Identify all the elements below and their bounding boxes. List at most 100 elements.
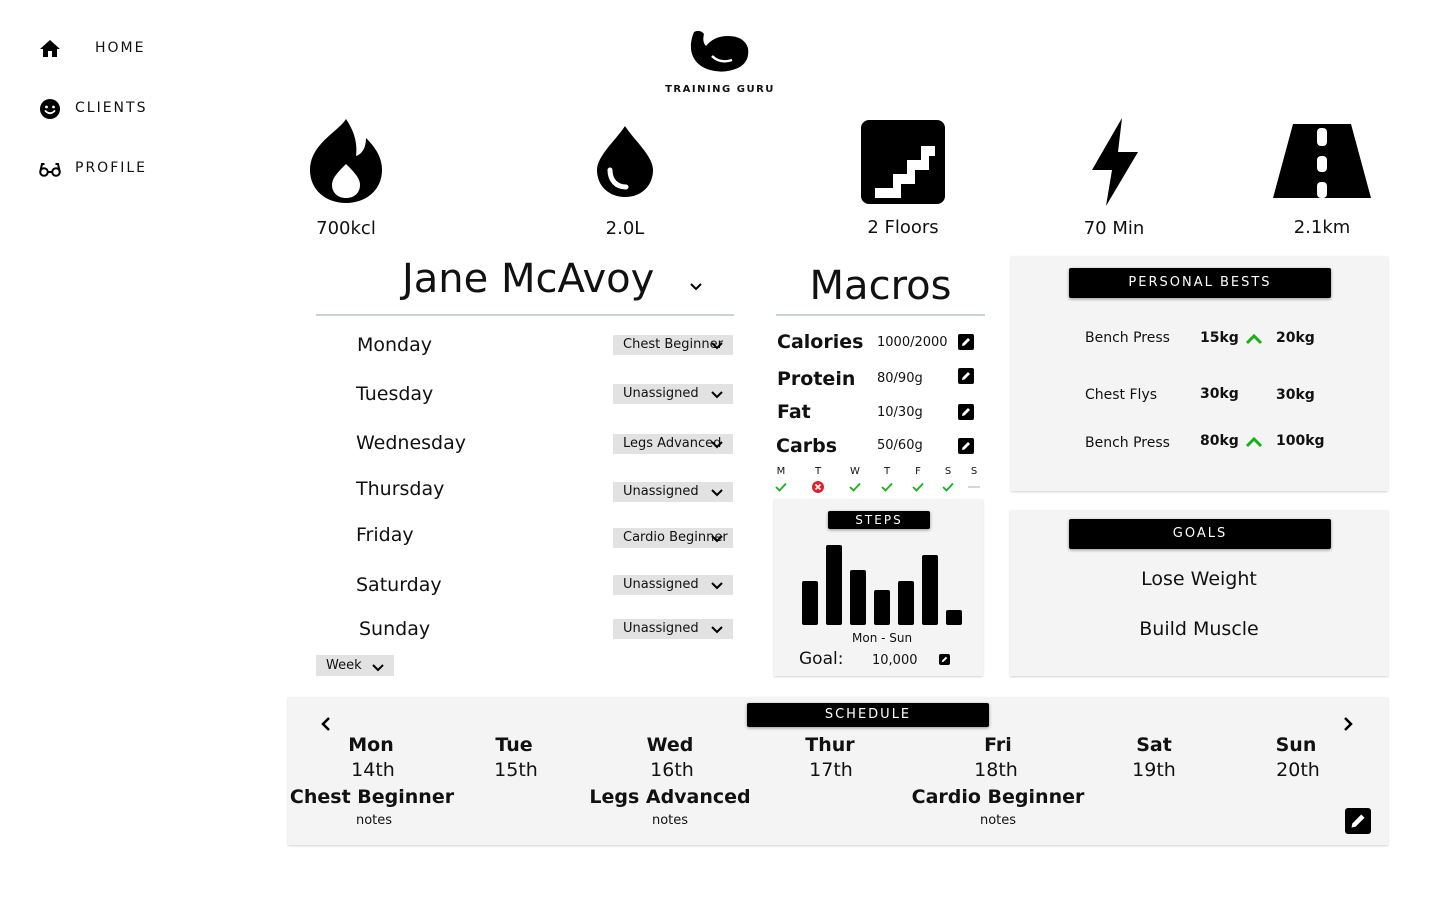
workout-select-value: Legs Advanced: [623, 436, 722, 451]
schedule-day-label: Sun: [1275, 734, 1317, 756]
day-label-thursday: Thursday: [356, 478, 445, 500]
macros-title: Macros: [776, 258, 985, 316]
macro-value-protein: 80/90g: [877, 371, 923, 386]
check-icon: [881, 482, 893, 492]
day-label-saturday: Saturday: [356, 574, 442, 596]
steps-bar: [850, 570, 866, 625]
pb-from-value: 80kg: [1200, 433, 1239, 449]
home-icon: [40, 40, 60, 57]
macro-week-letter: S: [944, 466, 952, 477]
steps-bar: [898, 581, 914, 625]
schedule-notes-link[interactable]: notes: [304, 813, 444, 828]
schedule-day-label: Thur: [805, 734, 855, 756]
schedule-workout[interactable]: Chest Beginner: [282, 786, 462, 808]
workout-select-tuesday[interactable]: Unassigned: [613, 384, 733, 404]
day-label-sunday: Sunday: [359, 618, 431, 640]
workout-select-monday[interactable]: Chest Beginner: [613, 335, 733, 355]
workout-select-value: Unassigned: [623, 577, 699, 592]
brand-logo-text: TRAINING GURU: [665, 84, 775, 95]
schedule-date-label: 15th: [494, 759, 538, 781]
schedule-workout[interactable]: Legs Advanced: [580, 786, 760, 808]
macro-name-calories: Calories: [777, 331, 864, 353]
chevron-down-icon: [711, 582, 723, 590]
chevron-down-icon: [711, 626, 723, 634]
chevron-down-icon: [711, 391, 723, 399]
schedule-date-label: 20th: [1276, 759, 1320, 781]
workout-select-value: Unassigned: [623, 621, 699, 636]
pencil-icon: [962, 338, 970, 346]
nav-item-home[interactable]: [38, 37, 62, 61]
steps-card: STEPS Mon - Sun Goal: 10,000: [774, 499, 983, 676]
glasses-icon: [39, 163, 61, 177]
edit-calories-button[interactable]: [958, 334, 974, 350]
day-label-tuesday: Tuesday: [356, 383, 434, 405]
chevron-down-icon: [711, 489, 723, 497]
nav-item-profile[interactable]: [38, 157, 62, 181]
schedule-date-label: 17th: [809, 759, 853, 781]
steps-bar: [826, 545, 842, 625]
steps-bar: [946, 610, 962, 625]
nav-label-home[interactable]: HOME: [95, 40, 145, 56]
check-icon: [942, 482, 954, 492]
day-label-wednesday: Wednesday: [356, 432, 467, 454]
steps-goal-value: 10,000: [872, 653, 918, 668]
nav-item-clients[interactable]: [38, 97, 62, 121]
chevron-down-icon: [690, 283, 702, 291]
schedule-card: SCHEDULE Mon 14th Chest Beginner notes T…: [288, 697, 1388, 845]
schedule-date-label: 19th: [1132, 759, 1176, 781]
client-name: Jane McAvoy: [402, 256, 655, 302]
workout-select-thursday[interactable]: Unassigned: [613, 482, 733, 502]
schedule-workout[interactable]: Cardio Beginner: [908, 786, 1088, 808]
schedule-notes-link[interactable]: notes: [600, 813, 740, 828]
steps-goal-label: Goal:: [799, 649, 844, 669]
nav-label-profile[interactable]: PROFILE: [75, 160, 147, 176]
steps-card-header: STEPS: [828, 511, 930, 529]
edit-fat-button[interactable]: [958, 404, 974, 420]
schedule-notes-link[interactable]: notes: [928, 813, 1068, 828]
macro-name-protein: Protein: [777, 368, 856, 390]
macro-week-letter: T: [883, 466, 891, 477]
schedule-day-label: Sat: [1136, 734, 1172, 756]
stairs-icon: [861, 120, 945, 204]
check-icon: [775, 482, 787, 492]
client-selector[interactable]: Jane McAvoy: [316, 256, 734, 316]
stat-water: 2.0L: [605, 218, 645, 239]
workout-select-sunday[interactable]: Unassigned: [613, 619, 733, 639]
macro-value-fat: 10/30g: [877, 405, 923, 420]
arrow-up-icon: [1245, 436, 1263, 448]
workout-select-value: Chest Beginner: [623, 337, 723, 352]
check-icon: [849, 482, 861, 492]
chevron-right-icon[interactable]: [1342, 716, 1354, 732]
nav-label-clients[interactable]: CLIENTS: [75, 100, 147, 116]
schedule-day-label: Tue: [495, 734, 533, 756]
pencil-icon: [1351, 814, 1365, 828]
edit-carbs-button[interactable]: [958, 438, 974, 454]
water-drop-icon: [597, 126, 653, 197]
macro-name-fat: Fat: [777, 401, 811, 423]
edit-protein-button[interactable]: [958, 368, 974, 384]
fail-icon: [812, 481, 824, 493]
pencil-icon: [962, 408, 970, 416]
goals-card: GOALS Lose Weight Build Muscle: [1010, 510, 1388, 676]
edit-schedule-button[interactable]: [1345, 808, 1371, 834]
schedule-day-label: Wed: [646, 734, 694, 756]
pb-to-value: 30kg: [1276, 387, 1315, 403]
workout-select-friday[interactable]: Cardio Beginner: [613, 528, 733, 548]
edit-steps-goal-button[interactable]: [939, 654, 950, 665]
workout-select-saturday[interactable]: Unassigned: [613, 575, 733, 595]
flame-icon: [310, 119, 382, 203]
steps-range-label: Mon - Sun: [852, 631, 913, 645]
schedule-day-label: Fri: [984, 734, 1012, 756]
macro-week-letter: T: [814, 466, 822, 477]
day-label-friday: Friday: [356, 524, 414, 546]
brand-logo[interactable]: TRAINING GURU: [660, 26, 780, 100]
range-select[interactable]: Week: [316, 655, 394, 676]
lightning-icon: [1092, 118, 1138, 206]
chevron-left-icon[interactable]: [320, 716, 332, 732]
smiley-icon: [40, 99, 60, 119]
pb-exercise: Bench Press: [1085, 330, 1170, 346]
pb-exercise: Chest Flys: [1085, 387, 1158, 403]
stat-distance: 2.1km: [1293, 217, 1351, 238]
workout-select-wednesday[interactable]: Legs Advanced: [613, 434, 733, 454]
stat-floors: 2 Floors: [867, 217, 939, 238]
